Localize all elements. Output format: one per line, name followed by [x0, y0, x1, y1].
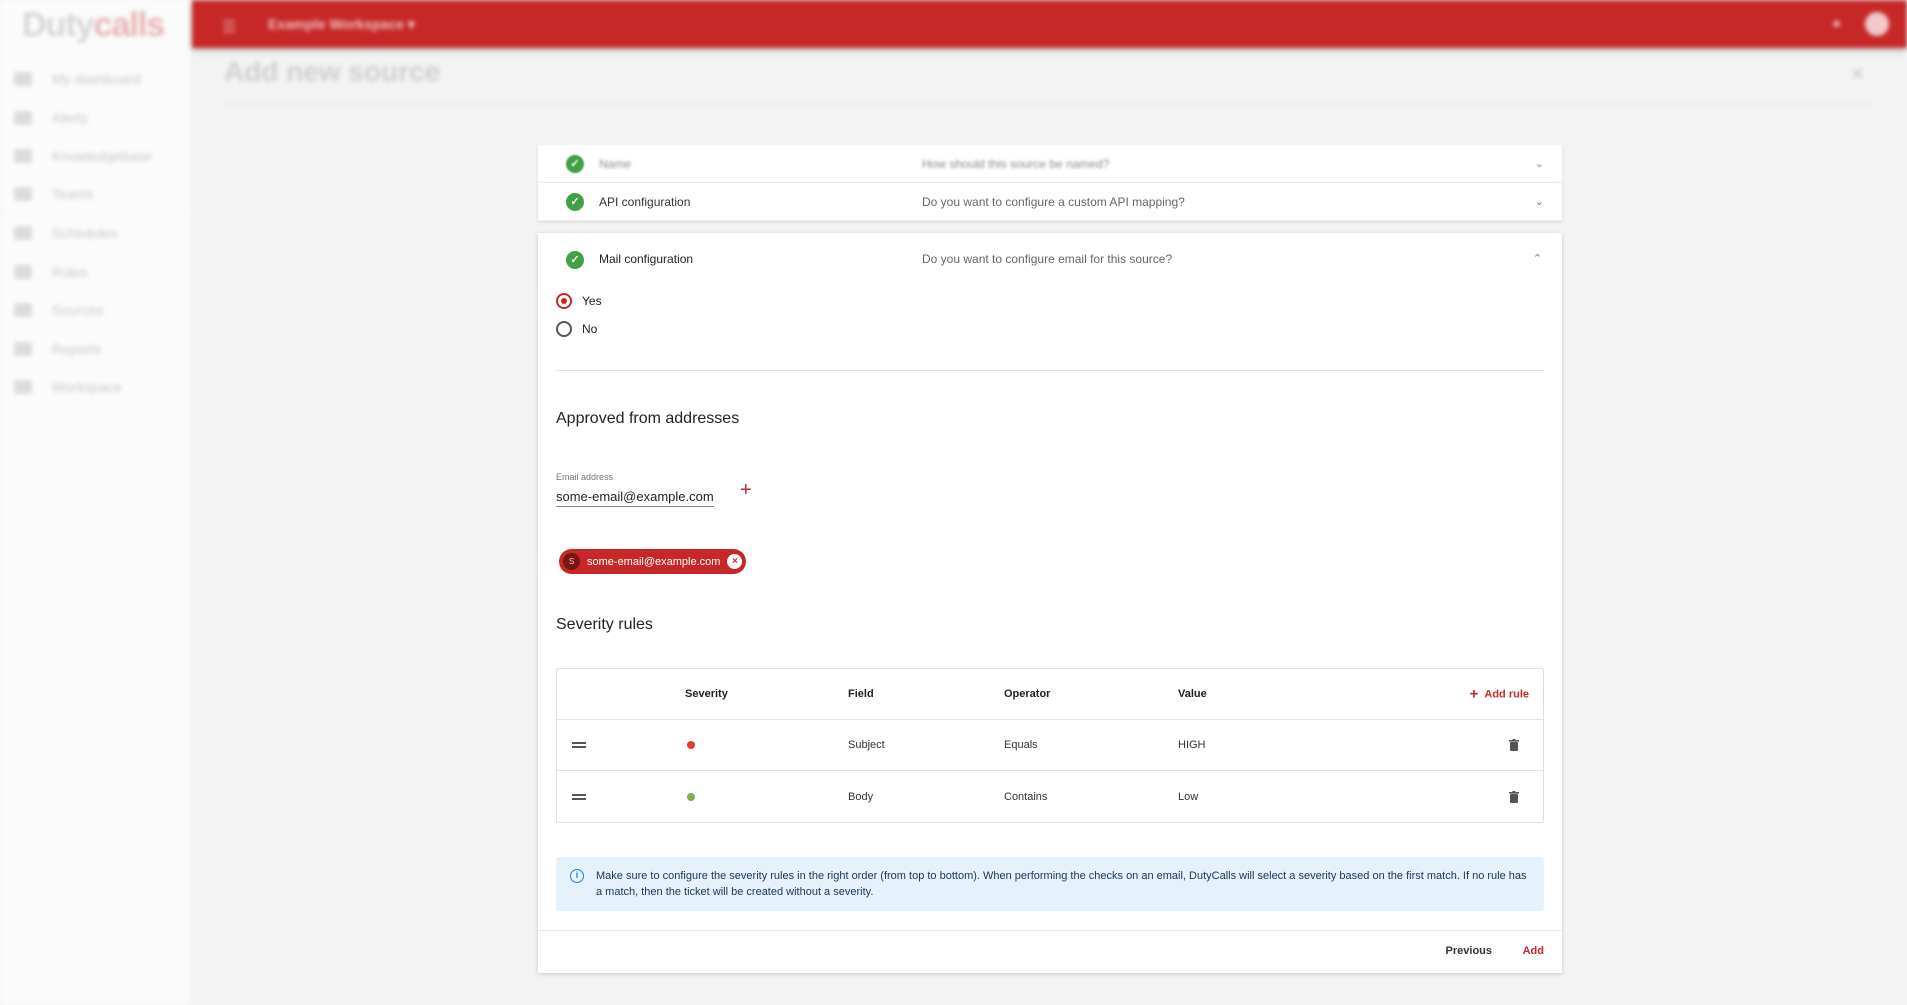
- radio-no[interactable]: No: [556, 321, 597, 337]
- sidebar-item-sources[interactable]: Sources: [0, 291, 192, 330]
- team-icon: [14, 187, 32, 202]
- add-email-button[interactable]: +: [740, 479, 752, 502]
- user-avatar[interactable]: [1865, 12, 1889, 36]
- chip-avatar: S: [563, 553, 580, 570]
- step-header[interactable]: ✓ Mail configuration Do you want to conf…: [538, 233, 1562, 285]
- sidebar-nav: My dashboard Alerts Knowledgebase Teams …: [0, 60, 192, 407]
- sidebar-item-teams[interactable]: Teams: [0, 176, 192, 214]
- previous-button[interactable]: Previous: [1446, 945, 1492, 957]
- check-icon: ✓: [566, 251, 584, 269]
- step-name[interactable]: ✓ Name How should this source be named? …: [538, 145, 1562, 183]
- rules-icon: [14, 264, 32, 279]
- rule-operator: Equals: [1004, 739, 1038, 751]
- rule-field: Subject: [848, 739, 885, 751]
- app-logo: Dutycalls: [22, 6, 165, 44]
- step-mail-configuration: ✓ Mail configuration Do you want to conf…: [538, 233, 1562, 973]
- sidebar-item-knowledgebase[interactable]: Knowledgebase: [0, 137, 192, 176]
- header-operator: Operator: [1004, 688, 1051, 700]
- menu-icon[interactable]: ☰: [222, 17, 236, 37]
- section-divider: [556, 370, 1544, 371]
- sidebar-item-workspace[interactable]: Workspace: [0, 368, 192, 407]
- radio-yes[interactable]: Yes: [556, 293, 602, 309]
- header-field: Field: [848, 688, 874, 700]
- step-description: Do you want to configure a custom API ma…: [922, 194, 1185, 209]
- sidebar-item-rules[interactable]: Rules: [0, 253, 192, 292]
- chevron-down-icon[interactable]: ⌄: [1535, 195, 1544, 208]
- step-title: Mail configuration: [599, 252, 694, 266]
- remove-chip-icon[interactable]: ×: [727, 554, 743, 569]
- step-api-configuration[interactable]: ✓ API configuration Do you want to confi…: [538, 183, 1562, 221]
- add-rule-button[interactable]: + Add rule: [1470, 686, 1529, 703]
- close-icon[interactable]: ✕: [1850, 64, 1865, 85]
- sidebar-item-reports[interactable]: Reports: [0, 330, 192, 369]
- notification-icon[interactable]: ●: [1832, 15, 1841, 32]
- email-input[interactable]: [556, 487, 714, 507]
- delete-rule-icon[interactable]: [1509, 790, 1519, 803]
- chevron-up-icon[interactable]: ⌃: [1533, 252, 1542, 265]
- source-stepper: ✓ Name How should this source be named? …: [538, 145, 1562, 221]
- workspace-icon: [14, 380, 32, 395]
- plus-icon: +: [1469, 685, 1479, 703]
- step-description: Do you want to configure email for this …: [922, 252, 1173, 266]
- footer-divider: [538, 930, 1562, 931]
- drag-handle-icon[interactable]: [572, 793, 586, 800]
- rule-value: HIGH: [1178, 739, 1206, 751]
- table-row: Body Contains Low: [557, 771, 1543, 822]
- radio-unselected-icon[interactable]: [556, 321, 572, 337]
- workspace-selector[interactable]: Example Workspace ▾: [268, 16, 415, 33]
- step-title: Name: [599, 156, 632, 171]
- drag-handle-icon[interactable]: [572, 742, 586, 748]
- step-description: How should this source be named?: [922, 156, 1110, 171]
- radio-selected-icon[interactable]: [556, 293, 572, 309]
- title-divider: [224, 105, 1872, 106]
- sidebar-item-alerts[interactable]: Alerts: [0, 99, 192, 138]
- sidebar-item-schedules[interactable]: Schedules: [0, 214, 192, 253]
- header-severity: Severity: [685, 688, 728, 700]
- book-icon: [14, 149, 32, 164]
- info-icon: i: [570, 869, 584, 883]
- check-icon: ✓: [566, 155, 584, 173]
- sidebar: Dutycalls My dashboard Alerts Knowledgeb…: [0, 0, 192, 1005]
- page-title: Add new source: [224, 56, 441, 87]
- add-button[interactable]: Add: [1523, 945, 1544, 957]
- severity-rules-table: Severity Field Operator Value + Add rule …: [556, 668, 1544, 823]
- severity-info-box: i Make sure to configure the severity ru…: [556, 857, 1544, 911]
- step-title: API configuration: [599, 194, 691, 209]
- check-icon: ✓: [566, 193, 584, 211]
- info-text: Make sure to configure the severity rule…: [596, 870, 1527, 898]
- rule-field: Body: [848, 790, 874, 803]
- rule-operator: Contains: [1004, 790, 1048, 803]
- email-chip: S some-email@example.com ×: [559, 549, 747, 574]
- table-header: Severity Field Operator Value + Add rule: [557, 669, 1543, 720]
- approved-addresses-title: Approved from addresses: [556, 410, 740, 427]
- chip-label: some-email@example.com: [587, 555, 721, 568]
- dashboard-icon: [14, 72, 32, 87]
- report-icon: [14, 341, 32, 356]
- severity-dot: [687, 741, 695, 749]
- severity-rules-title: Severity rules: [556, 616, 653, 633]
- header-value: Value: [1178, 688, 1207, 700]
- delete-rule-icon[interactable]: [1509, 739, 1519, 751]
- alert-icon: [14, 110, 32, 125]
- sidebar-item-dashboard[interactable]: My dashboard: [0, 60, 192, 99]
- table-row: Subject Equals HIGH: [557, 720, 1543, 771]
- source-icon: [14, 303, 32, 318]
- rule-value: Low: [1178, 790, 1199, 803]
- top-bar: ☰ Example Workspace ▾ ●: [192, 0, 1907, 48]
- email-label: Email address: [556, 472, 614, 482]
- chevron-down-icon[interactable]: ⌄: [1535, 157, 1544, 170]
- calendar-icon: [14, 226, 32, 241]
- severity-dot: [687, 792, 695, 801]
